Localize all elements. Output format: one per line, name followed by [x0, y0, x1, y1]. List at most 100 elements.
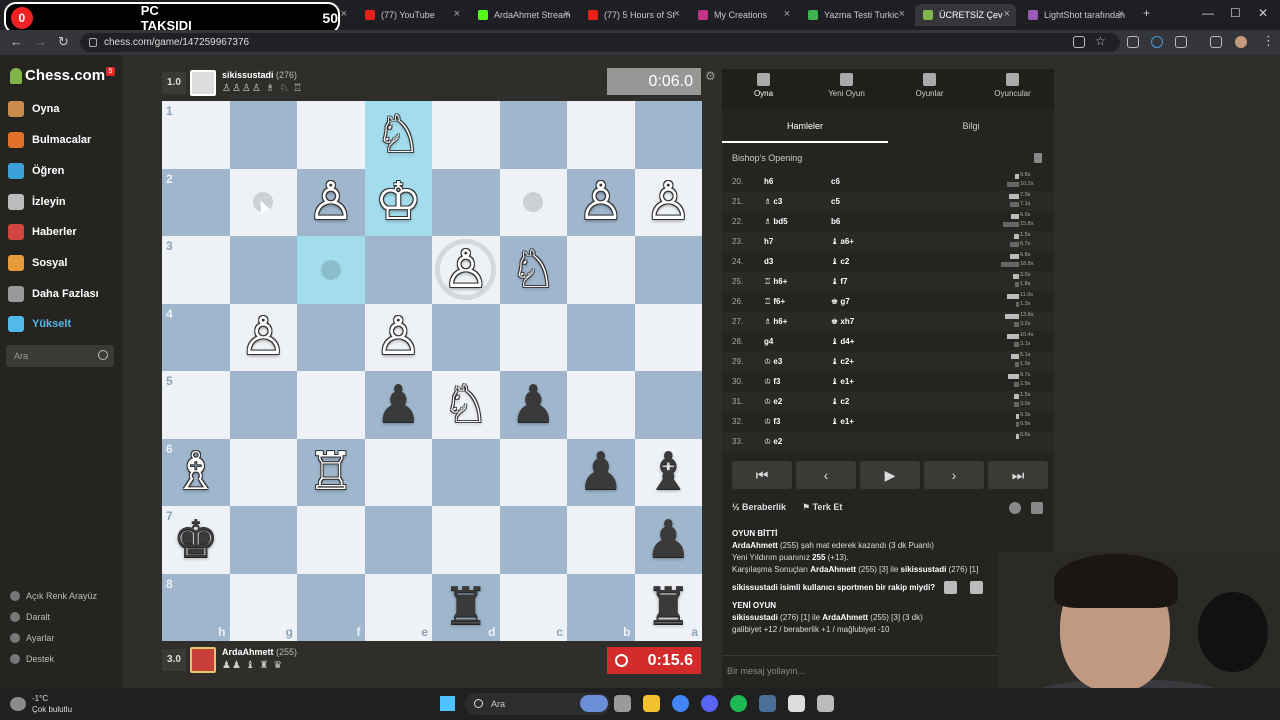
browser-tab[interactable]: LightShot tarafından ×	[1020, 4, 1130, 26]
sidebar-item-3[interactable]: İzleyin	[8, 191, 66, 213]
board-square[interactable]	[229, 371, 297, 439]
white-pawn-icon[interactable]: ♙	[307, 176, 354, 228]
tab-close-icon[interactable]: ×	[674, 8, 680, 20]
board-square[interactable]	[229, 236, 297, 304]
sidebar-bottom-item-1[interactable]: Daralt	[10, 612, 50, 622]
panel-nav-item-0[interactable]: Oyna	[722, 73, 805, 98]
board-square[interactable]: 5	[162, 371, 230, 439]
board-square[interactable]: ♙	[364, 303, 432, 371]
board-square[interactable]: ♟	[499, 371, 567, 439]
back-icon[interactable]: ←	[10, 34, 23, 49]
reading-list-icon[interactable]	[1210, 36, 1222, 48]
board-square[interactable]	[297, 101, 365, 169]
board-square[interactable]	[364, 236, 432, 304]
black-bishop-icon[interactable]: ♝	[645, 446, 692, 498]
tab-close-icon[interactable]: ×	[1118, 8, 1124, 20]
board-square[interactable]	[634, 236, 702, 304]
windows-start-icon[interactable]	[440, 696, 455, 711]
sidebar-item-6[interactable]: Daha Fazlası	[8, 283, 99, 305]
white-move[interactable]: ♗ bd5	[764, 217, 788, 226]
chess-logo[interactable]: Chess.com	[10, 67, 105, 84]
bottom-player-name[interactable]: ArdaAhmett (255)	[222, 647, 297, 657]
white-move[interactable]: ♗ h6+	[764, 317, 787, 326]
app-icon[interactable]	[817, 695, 834, 712]
black-pawn-icon[interactable]: ♟	[375, 379, 422, 431]
white-move[interactable]: ♗ c3	[764, 197, 782, 206]
board-square[interactable]: e	[364, 573, 432, 641]
board-square[interactable]: ♙	[297, 168, 365, 236]
board-square[interactable]: ♝	[634, 438, 702, 506]
tab-close-icon[interactable]: ×	[784, 8, 790, 20]
top-player-avatar[interactable]	[190, 70, 216, 96]
board-square[interactable]	[567, 303, 635, 371]
sidebar-item-5[interactable]: Sosyal	[8, 252, 67, 274]
board-square[interactable]: g	[229, 573, 297, 641]
white-rook-icon[interactable]: ♖	[307, 446, 354, 498]
board-square[interactable]: 4	[162, 303, 230, 371]
black-move[interactable]: ♝ c2+	[831, 357, 854, 366]
black-move[interactable]: b6	[831, 217, 840, 226]
black-move[interactable]: c6	[831, 177, 840, 186]
board-square[interactable]	[499, 303, 567, 371]
board-square[interactable]: 7 ♚	[162, 506, 230, 574]
sidebar-bottom-item-3[interactable]: Destek	[10, 654, 54, 664]
search-highlight-icon[interactable]	[580, 695, 608, 712]
move-hint-dot[interactable]	[320, 259, 341, 280]
minimize-icon[interactable]: —	[1202, 6, 1214, 20]
profile-avatar-icon[interactable]	[1235, 36, 1247, 48]
next-move-icon[interactable]: ›	[924, 461, 984, 489]
black-rook-icon[interactable]: ♜	[442, 581, 489, 633]
flip-board-icon[interactable]	[1031, 502, 1043, 514]
tab-close-icon[interactable]: ×	[899, 8, 905, 20]
board-square[interactable]	[567, 101, 635, 169]
obs-icon[interactable]	[788, 695, 805, 712]
black-move[interactable]: c5	[831, 197, 840, 206]
steam-icon[interactable]	[759, 695, 776, 712]
browser-menu-icon[interactable]: ⋮	[1262, 33, 1275, 49]
white-pawn-icon[interactable]: ♙	[577, 176, 624, 228]
board-square[interactable]	[364, 438, 432, 506]
board-square[interactable]	[432, 168, 500, 236]
board-square[interactable]: ♙	[567, 168, 635, 236]
first-move-icon[interactable]: ⏮	[732, 461, 792, 489]
tab-close-icon[interactable]: ×	[341, 8, 347, 20]
browser-tab[interactable]: (77) 5 Hours of St ×	[580, 4, 686, 26]
white-move[interactable]: g4	[764, 337, 773, 346]
tab-close-icon[interactable]: ×	[564, 8, 570, 20]
prev-move-icon[interactable]: ‹	[796, 461, 856, 489]
chat-match-player-b[interactable]: sikissustadi	[901, 565, 947, 574]
black-move[interactable]: ♚ xh7	[831, 317, 854, 326]
white-move[interactable]: ♔ e3	[764, 357, 782, 366]
black-move[interactable]: ♝ f7	[831, 277, 848, 286]
bookmark-star-icon[interactable]: ☆	[1095, 34, 1107, 48]
white-bishop-icon[interactable]: ♗	[172, 446, 219, 498]
browser-tab[interactable]: ArdaAhmet Stream ×	[470, 4, 576, 26]
board-square[interactable]	[499, 506, 567, 574]
bottom-player-username[interactable]: ArdaAhmett	[222, 647, 274, 657]
black-move[interactable]: ♝ c2	[831, 397, 849, 406]
extensions-puzzle-icon[interactable]	[1175, 36, 1187, 48]
white-pawn-icon[interactable]: ♙	[240, 311, 287, 363]
opening-book-icon[interactable]	[1034, 153, 1042, 163]
board-square[interactable]: ♟	[634, 506, 702, 574]
bottom-player-avatar[interactable]	[190, 647, 216, 673]
panel-nav-item-1[interactable]: Yeni Oyun	[805, 73, 888, 98]
browser-tab[interactable]: Yazma Testi Turkic ×	[800, 4, 911, 26]
chat-new-player-b[interactable]: ArdaAhmett	[822, 613, 868, 622]
top-player-username[interactable]: sikissustadi	[222, 70, 274, 80]
sidebar-item-2[interactable]: Öğren	[8, 160, 64, 182]
panel-nav-item-2[interactable]: Oyunlar	[888, 73, 971, 98]
board-square[interactable]: 8h	[162, 573, 230, 641]
board-square[interactable]: d ♜	[432, 573, 500, 641]
analysis-icon[interactable]	[1009, 502, 1021, 514]
board-square[interactable]	[634, 371, 702, 439]
vpn-extension-icon[interactable]	[1151, 36, 1163, 48]
black-pawn-icon[interactable]: ♟	[577, 446, 624, 498]
top-player-name[interactable]: sikissustadi (276)	[222, 70, 297, 80]
board-square[interactable]: ♟	[567, 438, 635, 506]
black-move[interactable]: ♝ e1+	[831, 377, 854, 386]
board-square[interactable]	[297, 236, 365, 304]
white-move[interactable]: h6	[764, 177, 773, 186]
black-king-icon[interactable]: ♚	[172, 514, 219, 566]
board-square[interactable]	[364, 506, 432, 574]
